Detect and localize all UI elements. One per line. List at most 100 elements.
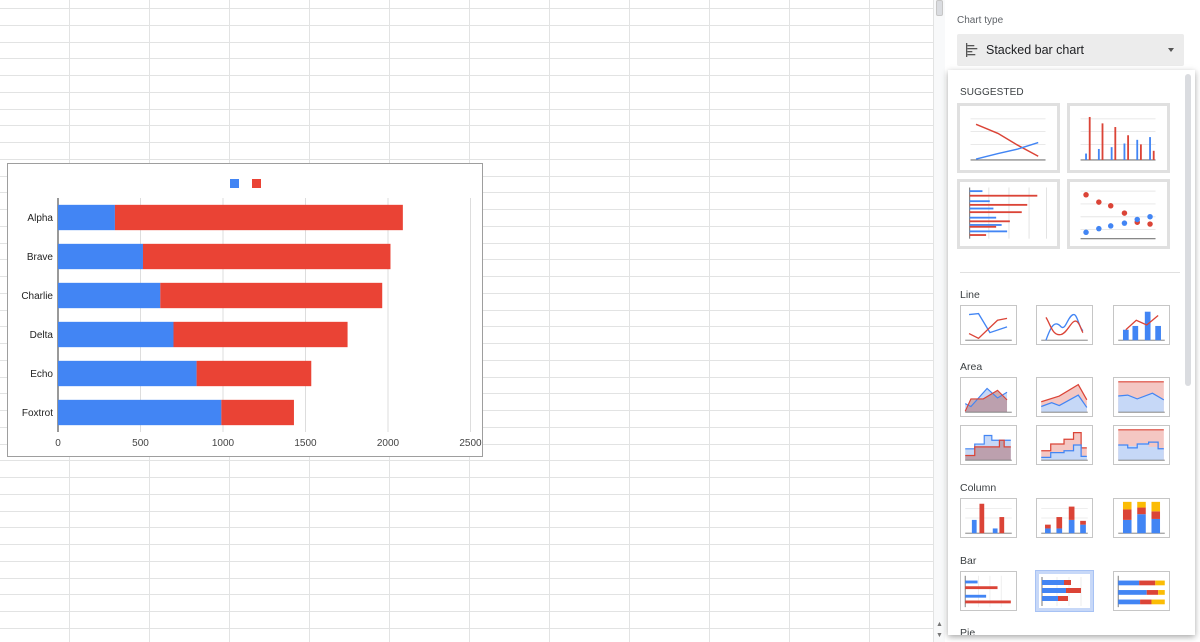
stacked-area-chart-icon [1041, 383, 1088, 413]
grid-row-line [0, 460, 933, 461]
chart-canvas: 0 500 1000 1500 2000 2500 Alpha Brave Charlie Del… [21, 179, 482, 449]
scroll-up-arrow[interactable]: ▲ [934, 620, 945, 630]
grid-row-line [0, 75, 933, 76]
bar-segment-brave-series-1 [58, 243, 143, 270]
column-chart-icon [965, 503, 1012, 534]
column-chart-icon [1080, 116, 1156, 161]
grid-column-line [549, 0, 550, 642]
stacked-bar-chart[interactable]: 0 500 1000 1500 2000 2500 Alpha Brave Charlie Del… [7, 163, 483, 457]
grid-row-line [0, 477, 933, 478]
grid-row-line [0, 544, 933, 545]
category-label: Alpha [27, 213, 53, 224]
grid-row-line [0, 58, 933, 59]
suggested-line-chart-option[interactable] [957, 103, 1060, 173]
bar-segment-foxtrot-series-2 [221, 399, 294, 426]
100-stacked-area-chart-icon [1118, 381, 1165, 413]
section-label-area: Area [960, 361, 983, 373]
chart-type-dropdown: SUGGESTED Line Area Column Bar Pie [948, 70, 1195, 635]
section-label-pie: Pie [960, 627, 976, 635]
bar-segment-foxtrot-series-1 [58, 399, 222, 426]
scrollbar-thumb[interactable] [936, 0, 943, 16]
100-stacked-stepped-area-chart-option[interactable] [1113, 425, 1170, 465]
stacked-area-chart-option[interactable] [1036, 377, 1093, 417]
smooth-line-chart-option[interactable] [1036, 305, 1093, 345]
stacked-stepped-area-chart-option[interactable] [1036, 425, 1093, 465]
x-tick-label: 1500 [294, 438, 317, 449]
bar-segment-delta-series-2 [173, 321, 348, 348]
combo-chart-option[interactable] [1113, 305, 1170, 345]
100-stacked-column-chart-option[interactable] [1113, 498, 1170, 538]
area-chart-option[interactable] [960, 377, 1017, 417]
chart-type-select[interactable]: Stacked bar chart [957, 34, 1184, 66]
stacked-stepped-area-chart-icon [1041, 432, 1088, 461]
stepped-area-chart-icon [965, 434, 1012, 461]
grid-row-line [0, 594, 933, 595]
bar-segment-charlie-series-1 [58, 282, 161, 309]
bar-segment-echo-series-2 [196, 360, 312, 387]
grid-row-line [0, 25, 933, 26]
x-tick-label: 1000 [212, 438, 235, 449]
section-label-bar: Bar [960, 555, 977, 567]
stacked-bar-chart-option[interactable] [1035, 570, 1094, 612]
grid-row-line [0, 527, 933, 528]
stacked-bar-chart-icon [966, 43, 978, 57]
category-label: Echo [30, 369, 53, 380]
bar-chart-icon [969, 187, 1047, 239]
grid-row-line [0, 561, 933, 562]
x-tick-label: 0 [55, 438, 61, 449]
bar-segment-alpha-series-1 [58, 204, 115, 231]
grid-column-line [789, 0, 790, 642]
line-chart-icon [965, 312, 1012, 341]
sheet-vertical-scrollbar[interactable]: ▲ ▼ [933, 0, 945, 642]
grid-row-line [0, 628, 933, 629]
bar-segment-delta-series-1 [58, 321, 174, 348]
column-chart-option[interactable] [960, 498, 1017, 538]
category-label: Delta [30, 330, 54, 341]
100-stacked-bar-chart-option[interactable] [1113, 571, 1170, 611]
100-stacked-area-chart-option[interactable] [1113, 377, 1170, 417]
grid-row-line [0, 159, 933, 160]
grid-row-line [0, 125, 933, 126]
chart-type-value: Stacked bar chart [986, 43, 1084, 57]
suggested-label: SUGGESTED [960, 87, 1024, 98]
category-label: Foxtrot [22, 408, 53, 419]
category-label: Charlie [21, 291, 53, 302]
smooth-line-chart-icon [1041, 313, 1088, 341]
bar-segment-brave-series-2 [142, 243, 391, 270]
grid-row-line [0, 494, 933, 495]
dropdown-scrollbar[interactable] [1185, 74, 1191, 386]
x-tick-label: 500 [132, 438, 149, 449]
bar-segment-alpha-series-2 [114, 204, 403, 231]
stepped-area-chart-option[interactable] [960, 425, 1017, 465]
bar-chart-icon [964, 575, 1011, 608]
grid-row-line [0, 611, 933, 612]
combo-chart-icon [1118, 311, 1165, 341]
section-label-line: Line [960, 289, 980, 301]
bar-segment-charlie-series-2 [160, 282, 383, 309]
grid-row-line [0, 92, 933, 93]
category-label: Brave [27, 252, 54, 263]
chart-type-label: Chart type [957, 15, 1004, 26]
line-chart-option[interactable] [960, 305, 1017, 345]
grid-row-line [0, 8, 933, 9]
scatter-chart-icon [1080, 190, 1156, 240]
100-stacked-column-chart-icon [1118, 501, 1165, 534]
scroll-down-arrow[interactable]: ▼ [934, 631, 945, 641]
chevron-down-icon [1168, 48, 1174, 52]
stacked-column-chart-icon [1041, 506, 1088, 534]
grid-row-line [0, 142, 933, 143]
x-tick-label: 2000 [377, 438, 400, 449]
100-stacked-stepped-area-chart-icon [1118, 429, 1165, 461]
suggested-scatter-chart-option[interactable] [1067, 179, 1170, 249]
suggested-bar-chart-option[interactable] [957, 179, 1060, 249]
bar-segment-echo-series-1 [58, 360, 197, 387]
stacked-bar-chart-icon [1041, 577, 1082, 606]
grid-row-line [0, 578, 933, 579]
bar-chart-option[interactable] [960, 571, 1017, 611]
grid-row-line [0, 109, 933, 110]
section-label-column: Column [960, 482, 997, 494]
chart-editor-sidebar: Chart type Stacked bar chart SUGGESTED L… [945, 0, 1200, 642]
stacked-column-chart-option[interactable] [1036, 498, 1093, 538]
suggested-column-chart-option[interactable] [1067, 103, 1170, 173]
grid-column-line [869, 0, 870, 642]
